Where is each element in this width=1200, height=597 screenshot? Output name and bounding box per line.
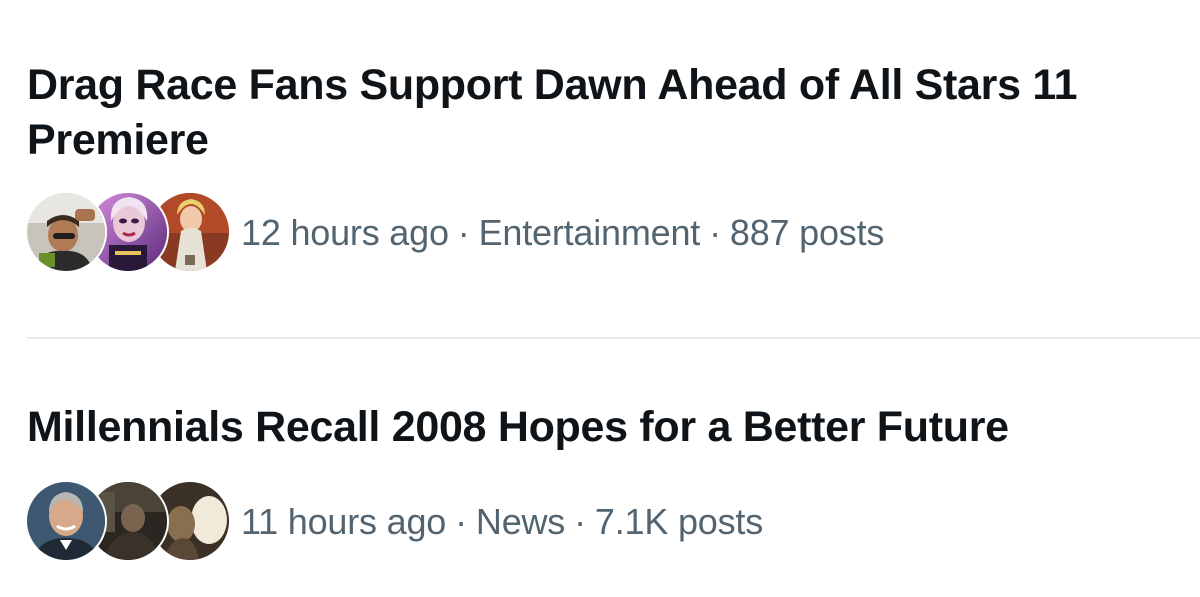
meta-separator: · — [457, 212, 470, 253]
trend-headline[interactable]: Millennials Recall 2008 Hopes for a Bett… — [27, 400, 1177, 455]
trend-post-count: 7.1K posts — [594, 501, 764, 542]
trend-time: 12 hours ago — [241, 212, 449, 253]
trend-meta-text: 12 hours ago · Entertainment · 887 posts — [241, 212, 884, 254]
trend-post-count: 887 posts — [729, 212, 885, 253]
trend-category[interactable]: Entertainment — [479, 212, 701, 253]
trend-meta-text: 11 hours ago · News · 7.1K posts — [241, 501, 763, 543]
trending-feed: Drag Race Fans Support Dawn Ahead of All… — [0, 0, 1200, 597]
avatar-fan-photo-icon — [27, 193, 105, 271]
avatar-man-portrait-icon — [27, 482, 105, 560]
meta-separator: · — [709, 212, 721, 253]
trend-headline[interactable]: Drag Race Fans Support Dawn Ahead of All… — [27, 58, 1177, 168]
meta-separator: · — [574, 501, 586, 542]
trend-item[interactable]: Drag Race Fans Support Dawn Ahead of All… — [27, 58, 1177, 273]
trend-meta: 12 hours ago · Entertainment · 887 posts — [27, 193, 1177, 273]
trend-meta: 11 hours ago · News · 7.1K posts — [27, 482, 1177, 562]
avatar[interactable] — [27, 482, 105, 560]
trend-category[interactable]: News — [476, 501, 565, 542]
trend-item[interactable]: Millennials Recall 2008 Hopes for a Bett… — [27, 400, 1177, 562]
meta-separator: · — [455, 501, 467, 542]
trend-time: 11 hours ago — [241, 501, 447, 542]
trend-divider — [27, 337, 1200, 339]
avatar-stack[interactable] — [27, 482, 229, 562]
avatar-stack[interactable] — [27, 193, 229, 273]
avatar[interactable] — [27, 193, 105, 271]
